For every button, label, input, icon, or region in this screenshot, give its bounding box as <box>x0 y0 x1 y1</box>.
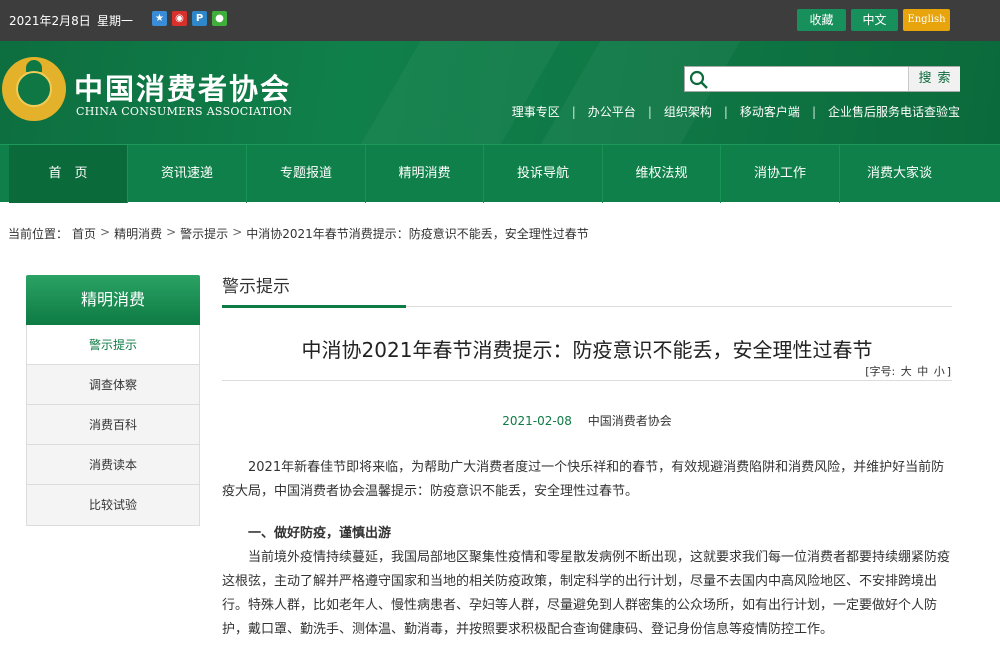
font-size-close: ] <box>946 365 951 378</box>
article-paragraph: 当前境外疫情持续蔓延，我国局部地区聚集性疫情和零星散发病例不断出现，这就要求我们… <box>222 550 951 637</box>
nav-news[interactable]: 资讯速递 <box>128 145 247 203</box>
search-box: 搜索 <box>684 66 960 92</box>
search-input[interactable] <box>711 67 907 91</box>
breadcrumb-separator-icon: > <box>166 225 177 239</box>
sidebar: 精明消费 警示提示 调查体察 消费百科 消费读本 比较试验 <box>26 275 200 526</box>
breadcrumb-separator-icon: > <box>100 225 111 239</box>
quicklink-office[interactable]: 办公平台 <box>588 103 636 120</box>
weibo-icon[interactable]: ◉ <box>172 11 187 26</box>
nav-special[interactable]: 专题报道 <box>247 145 366 203</box>
qzone-icon[interactable]: ★ <box>152 11 167 26</box>
article-meta: 2021-02-08 中国消费者协会 <box>222 412 952 429</box>
section-title: 警示提示 <box>222 277 290 297</box>
nav-complaint[interactable]: 投诉导航 <box>484 145 603 203</box>
article-heading: 一、做好防疫，谨慎出游 <box>248 526 392 541</box>
breadcrumb-label: 当前位置： <box>8 227 69 241</box>
article-date: 2021-02-08 <box>502 414 572 428</box>
breadcrumb-smart-consumption[interactable]: 精明消费 <box>114 225 162 242</box>
current-date: 2021年2月8日 <box>9 14 91 28</box>
quicklink-organization[interactable]: 组织架构 <box>664 103 712 120</box>
cca-logo-icon[interactable] <box>2 57 66 121</box>
top-bar: 2021年2月8日 星期一 ★ ◉ P ● 收藏 中文 English <box>0 0 1000 41</box>
quick-links: 理事专区 | 办公平台 | 组织架构 | 移动客户端 | 企业售后服务电话查验宝 <box>512 103 960 120</box>
divider: | <box>647 104 652 119</box>
favorite-button[interactable]: 收藏 <box>797 9 846 31</box>
social-share: ★ ◉ P ● <box>152 11 227 26</box>
sidebar-item-survey[interactable]: 调查体察 <box>27 365 199 405</box>
divider <box>222 380 952 381</box>
chinese-language-button[interactable]: 中文 <box>851 9 898 31</box>
divider: | <box>723 104 728 119</box>
divider: | <box>571 104 576 119</box>
nav-smart-consumption[interactable]: 精明消费 <box>366 145 484 203</box>
search-button[interactable]: 搜索 <box>908 67 960 91</box>
breadcrumb-warnings[interactable]: 警示提示 <box>180 225 228 242</box>
quicklink-council[interactable]: 理事专区 <box>512 103 560 120</box>
wechat-icon[interactable]: ● <box>212 11 227 26</box>
font-size-label: [字号: <box>865 365 896 378</box>
sidebar-title: 精明消费 <box>26 275 200 325</box>
nav-regulations[interactable]: 维权法规 <box>603 145 721 203</box>
font-size-large-button[interactable]: 大 <box>901 365 912 378</box>
english-language-button[interactable]: English <box>903 9 950 31</box>
current-weekday: 星期一 <box>97 14 134 28</box>
sidebar-item-encyclopedia[interactable]: 消费百科 <box>27 405 199 445</box>
quicklink-service-check[interactable]: 企业售后服务电话查验宝 <box>828 103 960 120</box>
search-icon <box>689 70 708 89</box>
nav-association-work[interactable]: 消协工作 <box>721 145 840 203</box>
header-decoration <box>322 41 578 144</box>
logo-title[interactable]: 中国消费者协会 <box>74 66 291 108</box>
font-size-medium-button[interactable]: 中 <box>917 365 928 378</box>
divider: | <box>811 104 816 119</box>
nav-discussion[interactable]: 消费大家谈 <box>840 145 959 203</box>
font-size-small-button[interactable]: 小 <box>934 365 945 378</box>
breadcrumb-home[interactable]: 首页 <box>72 225 96 242</box>
quicklink-mobile[interactable]: 移动客户端 <box>740 103 800 120</box>
nav-home[interactable]: 首 页 <box>9 145 128 203</box>
main-nav: 首 页 资讯速递 专题报道 精明消费 投诉导航 维权法规 消协工作 消费大家谈 <box>0 144 1000 203</box>
article-body: 2021年新春佳节即将来临，为帮助广大消费者度过一个快乐祥和的春节，有效规避消费… <box>222 456 952 660</box>
breadcrumb-separator-icon: > <box>232 225 243 239</box>
sidebar-item-warnings[interactable]: 警示提示 <box>27 325 199 365</box>
tencent-icon[interactable]: P <box>192 11 207 26</box>
breadcrumb: 当前位置： 首页 > 精明消费 > 警示提示 > 中消协2021年春节消费提示：… <box>8 225 589 242</box>
sidebar-item-comparison-test[interactable]: 比较试验 <box>27 485 199 525</box>
site-header: 中国消费者协会 CHINA CONSUMERS ASSOCIATION 搜索 理… <box>0 41 1000 144</box>
sidebar-item-reader[interactable]: 消费读本 <box>27 445 199 485</box>
article-source: 中国消费者协会 <box>587 414 672 428</box>
breadcrumb-current: 中消协2021年春节消费提示：防疫意识不能丢，安全理性过春节 <box>246 227 589 241</box>
article-title: 中消协2021年春节消费提示：防疫意识不能丢，安全理性过春节 <box>301 338 873 362</box>
font-size-controls: [字号: 大 中 小] <box>864 363 952 379</box>
article-paragraph: 2021年新春佳节即将来临，为帮助广大消费者度过一个快乐祥和的春节，有效规避消费… <box>222 460 945 499</box>
section-accent-bar <box>222 305 406 308</box>
logo-subtitle: CHINA CONSUMERS ASSOCIATION <box>76 105 293 118</box>
